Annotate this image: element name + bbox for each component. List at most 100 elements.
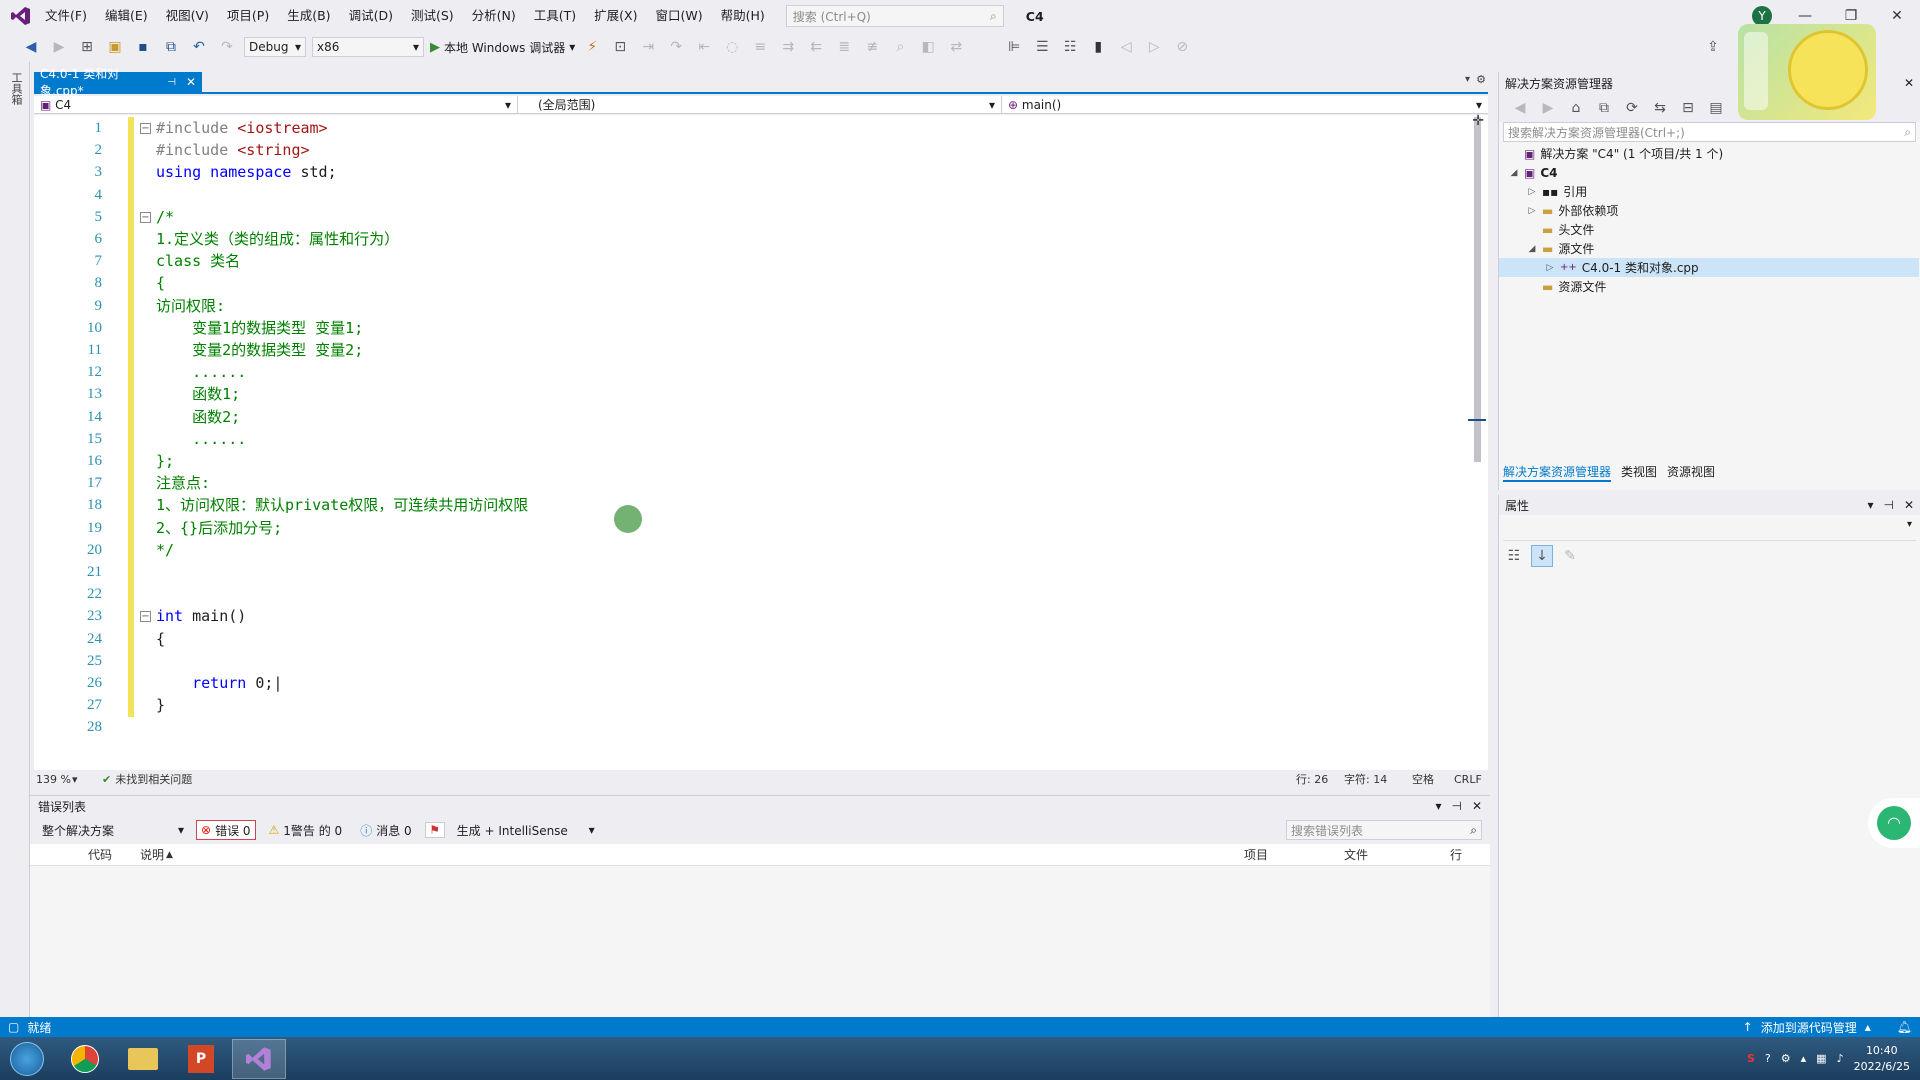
code-line[interactable]: 21 (34, 561, 1434, 583)
save-all-icon[interactable]: ⧉ (160, 36, 182, 58)
outdent-icon[interactable]: ⇇ (805, 36, 827, 58)
nav-icon[interactable]: ⇄ (945, 36, 967, 58)
close-button[interactable]: ✕ (1874, 0, 1920, 32)
system-clock[interactable]: 10:40 2022/6/25 (1854, 1043, 1910, 1075)
scope-dropdown[interactable]: (全局范围) ▾ (518, 96, 1002, 113)
open-file-icon[interactable]: ▣ (104, 36, 126, 58)
close-tab-icon[interactable]: ✕ (186, 75, 196, 89)
sync-icon[interactable]: ⇆ (1649, 97, 1671, 119)
help-icon[interactable]: ? (1765, 1052, 1771, 1065)
breakpoint-icon[interactable]: ◌ (721, 36, 743, 58)
tray-app-icon[interactable]: ⚙ (1781, 1052, 1791, 1065)
taskbar-chrome[interactable] (58, 1039, 112, 1079)
code-line[interactable]: 2 #include <string> (34, 139, 1434, 161)
tree-resource-files[interactable]: ▬ 资源文件 (1527, 277, 1606, 296)
show-all-files-icon[interactable]: ▤ (1705, 97, 1727, 119)
code-line[interactable]: 1 − #include <iostream> (34, 117, 1434, 139)
taskbar-visual-studio[interactable] (232, 1038, 286, 1079)
scope-filter-dropdown[interactable]: 整个解决方案 ▾ (38, 820, 188, 840)
close-icon[interactable]: ✕ (1904, 76, 1914, 90)
filter-icon[interactable]: ⚑ (424, 822, 445, 838)
issues-status[interactable]: 未找到相关问题 (115, 771, 192, 787)
forward-icon[interactable]: ▶ (48, 36, 70, 58)
outdent-lines-icon[interactable]: ☰ (1031, 36, 1053, 58)
column-line[interactable]: 行 (1450, 846, 1490, 863)
start-debugging-button[interactable]: ▶ 本地 Windows 调试器 ▾ (430, 39, 575, 56)
collapsed-icon[interactable]: ▷ (1527, 187, 1537, 197)
network-icon[interactable]: ▦ (1816, 1052, 1826, 1065)
tree-project[interactable]: ◢ ▣ C4 (1509, 163, 1558, 182)
find-icon[interactable]: ⌕ (889, 36, 911, 58)
code-line[interactable]: 7 class 类名 (34, 250, 1434, 272)
code-line[interactable]: 4 (34, 184, 1434, 206)
error-search-input[interactable]: 搜索错误列表 ⌕ (1286, 820, 1482, 840)
widget-controls[interactable] (1744, 32, 1768, 110)
tree-external-deps[interactable]: ▷ ▬ 外部依赖项 (1527, 201, 1619, 220)
collapse-all-icon[interactable]: ⊟ (1677, 97, 1699, 119)
collapse-region-icon[interactable]: − (140, 123, 151, 134)
code-line[interactable]: 18 1、访问权限：默认private权限，可连续共用访问权限 (34, 494, 1434, 516)
notifications-icon[interactable]: 🔔︎ (1897, 1020, 1912, 1034)
menu-test[interactable]: 测试(S) (402, 0, 463, 32)
alphabetical-icon[interactable]: ↓ (1531, 545, 1553, 567)
sogou-ime-icon[interactable]: S (1747, 1052, 1755, 1065)
code-line[interactable]: 12 ...... (34, 361, 1434, 383)
prev-bookmark-icon[interactable]: ◁ (1115, 36, 1137, 58)
column-file[interactable]: 文件 (1344, 846, 1450, 863)
code-line[interactable]: 6 1.定义类（类的组成：属性和行为） (34, 228, 1434, 250)
column-code[interactable]: 代码 (88, 846, 140, 863)
menu-debug[interactable]: 调试(D) (340, 0, 402, 32)
switch-views-icon[interactable]: ⧉ (1593, 97, 1615, 119)
member-dropdown[interactable]: ⊕ main() ▾ (1002, 96, 1488, 113)
code-line[interactable]: 13 函数1; (34, 383, 1434, 405)
gear-icon[interactable]: ⚙ (1476, 73, 1486, 86)
quick-launch-search[interactable]: 搜索 (Ctrl+Q) ⌕ (785, 5, 1004, 27)
split-editor-icon[interactable]: ✛ (1472, 113, 1484, 129)
column-project[interactable]: 项目 (1244, 846, 1344, 863)
warnings-filter[interactable]: ⚠ 1警告 的 0 (264, 820, 348, 840)
build-filter-dropdown[interactable]: 生成 + IntelliSense ▾ (453, 820, 599, 840)
close-icon[interactable]: ✕ (1904, 498, 1914, 512)
menu-view[interactable]: 视图(V) (157, 0, 218, 32)
pin-icon[interactable]: ⊣ (1883, 498, 1893, 512)
code-line[interactable]: 23 − int main() (34, 605, 1434, 627)
menu-extensions[interactable]: 扩展(X) (585, 0, 646, 32)
taskbar-explorer[interactable] (116, 1039, 170, 1079)
pin-icon[interactable]: ⊣ (1451, 799, 1461, 813)
live-share-icon[interactable]: ⇪ (1702, 36, 1724, 58)
tree-source-files[interactable]: ◢ ▬ 源文件 (1527, 239, 1595, 258)
column-indicator[interactable]: 字符: 14 (1344, 771, 1412, 787)
add-to-source-control[interactable]: 添加到源代码管理 (1761, 1019, 1857, 1036)
step-out-icon[interactable]: ⇤ (693, 36, 715, 58)
show-hidden-icons[interactable]: ▴ (1801, 1052, 1807, 1065)
save-icon[interactable]: ▪ (132, 36, 154, 58)
format-icon[interactable]: ≡ (749, 36, 771, 58)
menu-tools[interactable]: 工具(T) (525, 0, 585, 32)
code-line[interactable]: 24 { (34, 628, 1434, 650)
code-line[interactable]: 19 2、{}后添加分号; (34, 517, 1434, 539)
align-left-icon[interactable]: ⊫ (1003, 36, 1025, 58)
project-dropdown[interactable]: ▣ C4 ▾ (34, 96, 518, 113)
home-icon[interactable]: ⌂ (1565, 97, 1587, 119)
menu-file[interactable]: 文件(F) (36, 0, 96, 32)
volume-icon[interactable]: ♪ (1837, 1052, 1844, 1065)
errors-filter[interactable]: ⊗ 错误 0 (196, 820, 256, 840)
step-over-icon[interactable]: ↷ (665, 36, 687, 58)
pending-changes-icon[interactable]: ⟳ (1621, 97, 1643, 119)
property-pages-icon[interactable]: ✎ (1559, 545, 1581, 567)
categorized-icon[interactable]: ☷ (1503, 545, 1525, 567)
menu-analyze[interactable]: 分析(N) (463, 0, 525, 32)
menu-project[interactable]: 项目(P) (218, 0, 278, 32)
code-line[interactable]: 14 函数2; (34, 406, 1434, 428)
comment-icon[interactable]: ≣ (833, 36, 855, 58)
step-icon[interactable]: ⇥ (637, 36, 659, 58)
bookmark-icon[interactable]: ▮ (1087, 36, 1109, 58)
code-line[interactable]: 20 */ (34, 539, 1434, 561)
code-line[interactable]: 3 using namespace std; (34, 161, 1434, 183)
menu-edit[interactable]: 编辑(E) (96, 0, 157, 32)
tab-overflow-icon[interactable]: ▾ (1465, 74, 1470, 85)
code-line[interactable]: 27} (34, 694, 1434, 716)
collapse-region-icon[interactable]: − (140, 611, 151, 623)
scrollbar-thumb[interactable] (1474, 117, 1481, 462)
code-line[interactable]: 11 变量2的数据类型 变量2; (34, 339, 1434, 361)
